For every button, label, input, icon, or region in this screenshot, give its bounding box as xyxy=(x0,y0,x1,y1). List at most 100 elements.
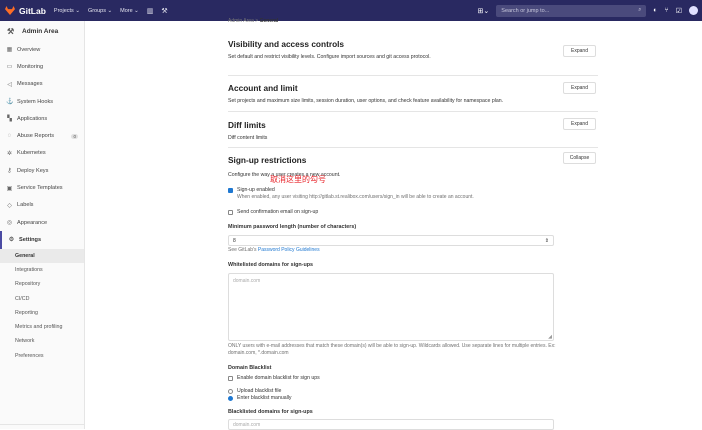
sidebar-subitem-reporting[interactable]: Reporting xyxy=(0,306,84,320)
sidebar-item-settings[interactable]: ⚙ Settings xyxy=(0,231,84,249)
sidebar-item-messages[interactable]: ◁ Messages xyxy=(0,76,84,93)
section-diff-limits: Diff limits Diff content limits Expand xyxy=(228,112,598,148)
expand-visibility-button[interactable]: Expand xyxy=(563,45,596,57)
confirm-email-row[interactable]: Send confirmation email on sign-up xyxy=(228,209,598,215)
confirm-email-label: Send confirmation email on sign-up xyxy=(237,209,319,215)
upload-blacklist-row[interactable]: Upload blacklist file xyxy=(228,388,598,394)
chart-icon[interactable]: ▥ xyxy=(147,7,154,15)
sidebar-subitem-cicd[interactable]: CI/CD xyxy=(0,291,84,305)
breadcrumb-current: General xyxy=(259,18,279,24)
signup-enabled-row[interactable]: Sign-up enabled xyxy=(228,187,598,193)
section-visibility: Visibility and access controls Set defau… xyxy=(228,26,598,76)
sidebar-subitem-repository[interactable]: Repository xyxy=(0,277,84,291)
monitor-icon: ▭ xyxy=(6,64,13,71)
section-title: Sign-up restrictions xyxy=(228,155,307,165)
kubernetes-icon: ✲ xyxy=(6,150,13,157)
breadcrumb-parent[interactable]: Admin Area xyxy=(228,18,254,24)
upload-blacklist-label: Upload blacklist file xyxy=(237,388,282,394)
section-title: Visibility and access controls xyxy=(228,39,345,49)
blacklisted-placeholder: domain.com xyxy=(233,421,261,428)
blacklisted-domains-textarea[interactable]: domain.com xyxy=(228,419,554,430)
wrench-icon[interactable]: ⚒ xyxy=(161,7,167,15)
breadcrumb: Admin Area > General xyxy=(228,18,279,24)
min-password-input[interactable]: 8 ⇕ xyxy=(228,235,554,246)
hook-icon: ⚓ xyxy=(6,99,14,106)
sidebar-item-applications[interactable]: ▚ Applications xyxy=(0,110,84,127)
sidebar-item-overview[interactable]: ▦ Overview xyxy=(0,41,84,58)
section-signup-restrictions: Sign-up restrictions Collapse Configure … xyxy=(228,148,598,430)
sidebar-subitem-network[interactable]: Network xyxy=(0,334,84,348)
password-policy-help: See GitLab's Password Policy Guidelines xyxy=(228,247,598,254)
sidebar-item-monitoring[interactable]: ▭ Monitoring xyxy=(0,58,84,75)
sidebar-item-service-templates[interactable]: ▣ Service Templates xyxy=(0,179,84,196)
abuse-icon: ◌ xyxy=(7,133,12,140)
tanuki-icon xyxy=(5,6,15,15)
sidebar-header-label: Admin Area xyxy=(22,27,59,35)
sidebar-subitem-general[interactable]: General xyxy=(0,248,84,263)
issues-icon[interactable]: ◐ xyxy=(653,7,657,14)
sidebar-item-abuse-reports[interactable]: ◌ Abuse Reports 0 xyxy=(0,127,84,144)
sidebar-collapse-area[interactable] xyxy=(0,424,85,429)
min-password-label: Minimum password length (number of chara… xyxy=(228,224,357,230)
whitelist-textarea[interactable]: domain.com ◢ xyxy=(228,273,554,341)
sidebar-subitem-integrations[interactable]: Integrations xyxy=(0,263,84,277)
appearance-icon: ◎ xyxy=(6,220,13,227)
expand-account-button[interactable]: Expand xyxy=(563,82,596,94)
nav-groups[interactable]: Groups ⌄ xyxy=(88,8,112,14)
top-nav: Projects ⌄ Groups ⌄ More ⌄ ▥ ⚒ xyxy=(54,7,168,15)
sidebar-item-label: System Hooks xyxy=(17,98,54,105)
manual-blacklist-row[interactable]: Enter blacklist manually xyxy=(228,395,598,401)
sidebar-item-appearance[interactable]: ◎ Appearance xyxy=(0,214,84,231)
sidebar: ⚒ Admin Area ▦ Overview ▭ Monitoring ◁ Mess… xyxy=(0,21,85,429)
main-content: Admin Area > General Visibility and acce… xyxy=(228,18,598,430)
annotation-note: 取消这里的勾号 xyxy=(270,175,326,184)
blacklist-enable-label: Enable domain blacklist for sign ups xyxy=(237,375,320,381)
megaphone-icon: ◁ xyxy=(7,81,12,88)
sidebar-item-kubernetes[interactable]: ✲ Kubernetes xyxy=(0,145,84,162)
manual-blacklist-label: Enter blacklist manually xyxy=(237,395,292,401)
resize-handle-icon[interactable]: ◢ xyxy=(548,334,552,340)
sidebar-item-label: Deploy Keys xyxy=(17,167,49,174)
blacklist-enable-checkbox[interactable] xyxy=(228,375,233,381)
todo-icon[interactable]: ☑ xyxy=(676,7,682,15)
template-icon: ▣ xyxy=(6,185,13,192)
sidebar-item-deploy-keys[interactable]: ⚷ Deploy Keys xyxy=(0,162,84,179)
confirm-email-checkbox[interactable] xyxy=(228,209,233,215)
stepper-icon[interactable]: ⇕ xyxy=(545,238,549,244)
avatar[interactable] xyxy=(689,6,698,15)
sidebar-item-system-hooks[interactable]: ⚓ System Hooks xyxy=(0,93,84,110)
whitelist-placeholder: domain.com xyxy=(233,278,261,284)
search-input[interactable]: Search or jump to... ⌕ xyxy=(496,4,647,17)
upload-blacklist-radio[interactable] xyxy=(228,388,233,394)
sidebar-item-label: Monitoring xyxy=(17,63,44,70)
blacklist-heading: Domain Blacklist xyxy=(228,365,272,371)
expand-diff-button[interactable]: Expand xyxy=(563,118,596,130)
apps-icon: ▚ xyxy=(7,116,12,123)
sidebar-header[interactable]: ⚒ Admin Area xyxy=(0,21,84,41)
sidebar-item-labels[interactable]: ◇ Labels xyxy=(0,197,84,214)
gitlab-logo[interactable]: GitLab xyxy=(5,6,46,16)
sidebar-subitem-metrics[interactable]: Metrics and profiling xyxy=(0,320,84,334)
plus-icon[interactable]: ⊞⌄ xyxy=(478,7,490,15)
manual-blacklist-radio[interactable] xyxy=(228,395,233,401)
settings-icon: ⚙ xyxy=(8,237,15,244)
sidebar-item-label: Labels xyxy=(17,202,34,209)
blacklist-enable-row[interactable]: Enable domain blacklist for sign ups xyxy=(228,375,598,381)
abuse-count-badge: 0 xyxy=(71,133,78,139)
signup-enabled-help: When enabled, any user visiting http://g… xyxy=(237,194,474,200)
sidebar-subitem-preferences[interactable]: Preferences xyxy=(0,349,84,363)
collapse-signup-button[interactable]: Collapse xyxy=(563,152,596,164)
nav-more[interactable]: More ⌄ xyxy=(120,8,139,14)
section-account-limit: Account and limit Set projects and maxim… xyxy=(228,76,598,112)
whitelist-label: Whitelisted domains for sign-ups xyxy=(228,262,314,268)
sidebar-item-label: Messages xyxy=(17,81,43,88)
merge-request-icon[interactable]: ⑂ xyxy=(665,7,669,14)
search-placeholder: Search or jump to... xyxy=(501,7,550,14)
sidebar-item-label: Overview xyxy=(17,46,41,53)
search-icon: ⌕ xyxy=(638,7,642,13)
section-title: Account and limit xyxy=(228,83,298,93)
nav-projects[interactable]: Projects ⌄ xyxy=(54,8,80,14)
password-policy-link[interactable]: Password Policy Guidelines xyxy=(258,247,320,253)
top-right-controls: ⊞⌄ Search or jump to... ⌕ ◐ ⑂ ☑ xyxy=(478,4,698,17)
signup-enabled-checkbox[interactable] xyxy=(228,187,233,193)
